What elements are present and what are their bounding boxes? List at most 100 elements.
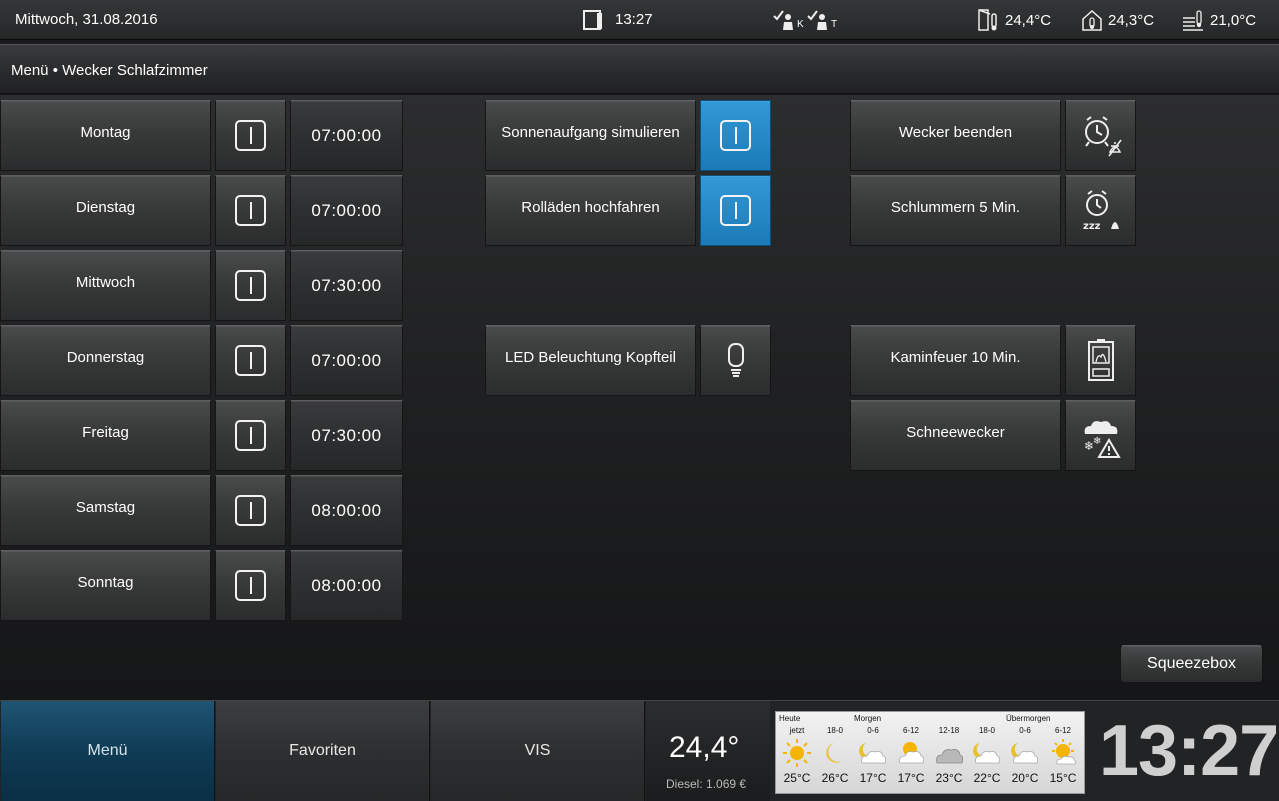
nav-tab-vis[interactable]: VIS xyxy=(431,701,645,801)
presence-person-check-icon xyxy=(807,10,827,30)
day-toggle-montag[interactable] xyxy=(215,100,286,171)
nav-tab-favorites[interactable]: Favoriten xyxy=(216,701,430,801)
weather-temp: 17°C xyxy=(859,771,887,785)
diesel-price: Diesel: 1.069 € xyxy=(666,777,747,791)
sun-icon xyxy=(783,739,811,767)
weather-period: 0-6 xyxy=(1019,726,1031,735)
sunrise-simulation-toggle[interactable] xyxy=(700,100,771,171)
day-time-samstag[interactable]: 08:00:00 xyxy=(290,475,403,546)
cloud-moon-icon xyxy=(973,743,1001,764)
day-button-dienstag[interactable]: Dienstag xyxy=(0,175,211,246)
day-time-freitag[interactable]: 07:30:00 xyxy=(290,400,403,471)
snow-alarm-button[interactable]: Schneewecker xyxy=(850,400,1061,471)
breadcrumb-bar: Menü • Wecker Schlafzimmer xyxy=(0,44,1279,94)
fireplace-label: Kaminfeuer 10 Min. xyxy=(890,349,1021,366)
alarm-time: 07:30:00 xyxy=(311,275,382,295)
cloud-moon-icon xyxy=(859,743,887,764)
outdoor-temp-value: 24,4°C xyxy=(1005,11,1052,29)
weather-period: 0-6 xyxy=(867,726,879,735)
outdoor-thermometer-icon xyxy=(978,9,997,31)
presence-person-check-icon xyxy=(773,10,793,30)
stop-alarm-label: Wecker beenden xyxy=(898,124,1013,141)
weather-period: 12-18 xyxy=(938,726,960,735)
weather-column: 6-12 15°C xyxy=(1045,726,1081,785)
presence-t-label: T xyxy=(831,19,838,30)
fireplace-button[interactable]: Kaminfeuer 10 Min. xyxy=(850,325,1061,396)
house-temp: 24,3°C xyxy=(1081,6,1154,34)
alarm-time: 07:00:00 xyxy=(311,200,382,220)
shutters-up-button[interactable]: Rolläden hochfahren xyxy=(485,175,696,246)
day-label: Donnerstag xyxy=(66,349,145,366)
nav-tab-menu[interactable]: Menü xyxy=(1,701,215,801)
cloud-sun-icon xyxy=(899,742,925,764)
svg-text:zzz: zzz xyxy=(1083,221,1101,232)
heating-temp: 21,0°C xyxy=(1181,6,1256,34)
sunrise-label: Sonnenaufgang simulieren xyxy=(501,124,680,141)
alarm-time: 07:00:00 xyxy=(311,125,382,145)
day-time-montag[interactable]: 07:00:00 xyxy=(290,100,403,171)
snow-alarm-icon-button[interactable]: ❄ ❄ xyxy=(1065,400,1136,471)
snooze-icon-button[interactable]: zzz xyxy=(1065,175,1136,246)
presence-k-label: K xyxy=(797,19,804,30)
stop-alarm-icon-button[interactable] xyxy=(1065,100,1136,171)
day-toggle-dienstag[interactable] xyxy=(215,175,286,246)
cloud-icon xyxy=(936,749,964,764)
heating-thermometer-icon xyxy=(1183,10,1203,31)
led-headboard-button[interactable]: LED Beleuchtung Kopfteil xyxy=(485,325,696,396)
nav-tab-label: VIS xyxy=(524,742,551,759)
day-time-donnerstag[interactable]: 07:00:00 xyxy=(290,325,403,396)
stop-alarm-button[interactable]: Wecker beenden xyxy=(850,100,1061,171)
tablet-icon xyxy=(583,10,602,30)
alarm-time: 07:00:00 xyxy=(311,350,382,370)
weather-temp: 26°C xyxy=(821,771,849,785)
squeezebox-button[interactable]: Squeezebox xyxy=(1120,645,1263,683)
day-button-montag[interactable]: Montag xyxy=(0,100,211,171)
weather-column: 6-12 17°C xyxy=(893,726,929,785)
switch-off-icon xyxy=(235,495,266,526)
cloud-moon-icon xyxy=(1011,743,1039,764)
day-time-mittwoch[interactable]: 07:30:00 xyxy=(290,250,403,321)
snooze-button[interactable]: Schlummern 5 Min. xyxy=(850,175,1061,246)
sunrise-simulation-button[interactable]: Sonnenaufgang simulieren xyxy=(485,100,696,171)
day-time-sonntag[interactable]: 08:00:00 xyxy=(290,550,403,621)
weather-period: 6-12 xyxy=(902,726,919,735)
weather-temp: 17°C xyxy=(897,771,925,785)
switch-off-icon xyxy=(235,345,266,376)
bottom-navigation-bar: Menü Favoriten VIS 24,4° Diesel: 1.069 €… xyxy=(0,700,1279,801)
alarm-time: 08:00:00 xyxy=(311,575,382,595)
day-toggle-samstag[interactable] xyxy=(215,475,286,546)
outdoor-temp-large: 24,4° xyxy=(669,731,740,764)
led-label: LED Beleuchtung Kopfteil xyxy=(505,349,676,366)
fireplace-icon-button[interactable] xyxy=(1065,325,1136,396)
day-toggle-sonntag[interactable] xyxy=(215,550,286,621)
day-button-samstag[interactable]: Samstag xyxy=(0,475,211,546)
day-button-sonntag[interactable]: Sonntag xyxy=(0,550,211,621)
switch-off-icon xyxy=(235,120,266,151)
heating-temp-value: 21,0°C xyxy=(1210,11,1257,29)
alarm-clock-snooze-icon: zzz xyxy=(1083,189,1119,232)
day-time-dienstag[interactable]: 07:00:00 xyxy=(290,175,403,246)
day-label: Montag xyxy=(80,124,131,141)
snow-warning-icon: ❄ ❄ xyxy=(1084,420,1121,458)
large-clock: 13:27 xyxy=(1099,711,1279,791)
day-button-donnerstag[interactable]: Donnerstag xyxy=(0,325,211,396)
day-toggle-donnerstag[interactable] xyxy=(215,325,286,396)
shutters-up-toggle[interactable] xyxy=(700,175,771,246)
day-button-freitag[interactable]: Freitag xyxy=(0,400,211,471)
shutters-label: Rolläden hochfahren xyxy=(521,199,660,216)
weather-column: 12-18 23°C xyxy=(931,726,967,785)
weather-forecast-widget[interactable]: Heute Morgen Übermorgen jetzt 25°C 18-0 … xyxy=(775,711,1085,794)
day-toggle-mittwoch[interactable] xyxy=(215,250,286,321)
weather-temp: 20°C xyxy=(1011,771,1039,785)
day-button-mittwoch[interactable]: Mittwoch xyxy=(0,250,211,321)
breadcrumb[interactable]: Menü • Wecker Schlafzimmer xyxy=(11,62,208,79)
nav-tab-label: Favoriten xyxy=(289,742,356,759)
led-headboard-toggle[interactable] xyxy=(700,325,771,396)
alarm-time: 08:00:00 xyxy=(311,500,382,520)
outdoor-temp: 24,4°C xyxy=(978,6,1051,34)
weather-temp: 25°C xyxy=(783,771,811,785)
weather-dayafter-label: Übermorgen xyxy=(1006,714,1051,723)
day-toggle-freitag[interactable] xyxy=(215,400,286,471)
weather-temp: 23°C xyxy=(935,771,963,785)
weather-period: 18-0 xyxy=(978,726,995,735)
